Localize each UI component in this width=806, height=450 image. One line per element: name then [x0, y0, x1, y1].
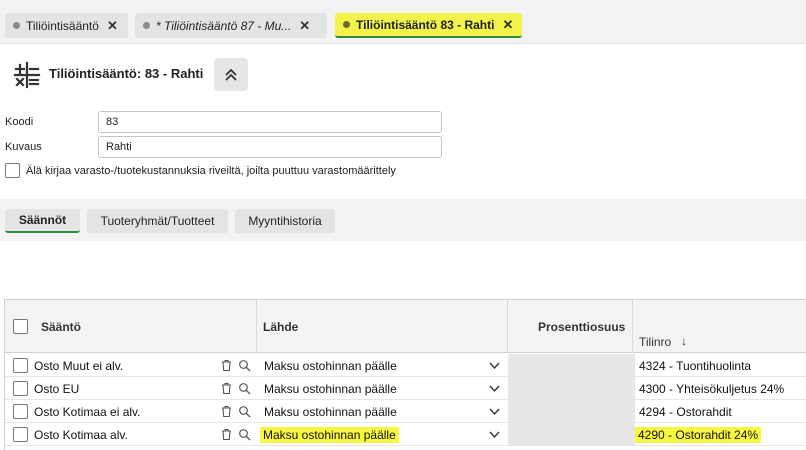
close-icon[interactable]: ✕: [299, 18, 310, 34]
table-row[interactable]: Osto EU Maksu ostohinnan päälle 4300 - Y…: [5, 377, 806, 400]
rule-name: Osto Muut ei alv.: [34, 359, 124, 373]
koodi-field[interactable]: [98, 111, 442, 133]
kuvaus-label: Kuvaus: [5, 141, 42, 153]
collapse-header-button[interactable]: [214, 58, 248, 91]
column-divider: [256, 300, 257, 353]
percentage-cell[interactable]: [508, 354, 635, 376]
column-header-saanto[interactable]: Sääntö: [41, 320, 81, 334]
trash-icon[interactable]: [220, 428, 233, 441]
tab-tiliointisaanto-83-active[interactable]: Tiliöintisääntö 83 - Rahti ✕: [335, 13, 522, 38]
calculator-icon: [13, 61, 41, 89]
close-icon[interactable]: ✕: [107, 18, 118, 34]
chevron-down-icon[interactable]: [489, 406, 500, 417]
chevron-up-double-icon: [225, 68, 237, 81]
source-select[interactable]: Maksu ostohinnan päälle: [264, 405, 397, 419]
table-row[interactable]: Osto Kotimaa alv. Maksu ostohinnan pääll…: [5, 423, 806, 446]
row-checkbox[interactable]: [13, 404, 28, 419]
column-divider: [507, 300, 508, 353]
row-checkbox[interactable]: [13, 358, 28, 373]
account-number[interactable]: 4294 - Ostorahdit: [639, 405, 732, 419]
chevron-down-icon[interactable]: [489, 360, 500, 371]
trash-icon[interactable]: [220, 382, 233, 395]
rule-name: Osto Kotimaa alv.: [34, 428, 128, 442]
tab-tiliointisaanto[interactable]: Tiliöintisääntö ✕: [5, 13, 128, 38]
trash-icon[interactable]: [220, 405, 233, 418]
tab-myyntihistoria[interactable]: Myyntihistoria: [235, 209, 335, 233]
account-number-highlighted[interactable]: 4290 - Ostorahdit 24%: [635, 427, 762, 443]
rule-name: Osto Kotimaa ei alv.: [34, 405, 141, 419]
percentage-cell[interactable]: [508, 377, 635, 399]
sort-desc-icon[interactable]: ↓: [681, 334, 687, 348]
search-icon[interactable]: [238, 428, 251, 441]
trash-icon[interactable]: [220, 359, 233, 372]
tab-tuoteryhmat[interactable]: Tuoteryhmät/Tuotteet: [87, 209, 228, 233]
tab-tiliointisaanto-87[interactable]: * Tiliöintisääntö 87 - Mu... ✕: [135, 13, 327, 38]
row-checkbox[interactable]: [13, 427, 28, 442]
rule-name: Osto EU: [34, 382, 80, 396]
search-icon[interactable]: [238, 405, 251, 418]
column-header-tilinro[interactable]: Tilinro: [639, 335, 671, 349]
tab-label: Tiliöintisääntö 83 - Rahti: [356, 17, 495, 32]
table-row[interactable]: Osto Kotimaa ei alv. Maksu ostohinnan pä…: [5, 400, 806, 423]
account-number[interactable]: 4324 - Tuontihuolinta: [639, 359, 751, 373]
page-title: Tiliöintisääntö: 83 - Rahti: [49, 66, 204, 81]
select-all-checkbox[interactable]: [13, 319, 28, 334]
source-select[interactable]: Maksu ostohinnan päälle: [264, 359, 397, 373]
search-icon[interactable]: [238, 359, 251, 372]
column-header-prosenttiosuus[interactable]: Prosenttiosuus: [538, 320, 625, 334]
tab-label: * Tiliöintisääntö 87 - Mu...: [156, 18, 292, 33]
table-row[interactable]: Osto Muut ei alv. Maksu ostohinnan pääll…: [5, 354, 806, 377]
search-icon[interactable]: [238, 382, 251, 395]
record-header: Tiliöintisääntö: 83 - Rahti: [0, 55, 806, 97]
column-divider: [632, 300, 633, 353]
status-dot-icon: [343, 21, 350, 28]
close-icon[interactable]: ✕: [502, 17, 513, 33]
column-header-lahde[interactable]: Lähde: [263, 320, 298, 334]
tab-label: Tiliöintisääntö: [26, 18, 99, 33]
skip-missing-warehouse-checkbox[interactable]: [5, 163, 20, 178]
rules-grid: Sääntö Lähde Prosenttiosuus Tilinro ↓ Os…: [4, 299, 806, 450]
skip-missing-warehouse-label: Älä kirjaa varasto-/tuotekustannuksia ri…: [26, 165, 396, 177]
kuvaus-field[interactable]: [98, 136, 442, 158]
grid-header: Sääntö Lähde Prosenttiosuus Tilinro ↓: [5, 300, 806, 353]
percentage-cell[interactable]: [508, 400, 635, 422]
status-dot-icon: [13, 22, 20, 29]
document-tab-bar: Tiliöintisääntö ✕ * Tiliöintisääntö 87 -…: [0, 0, 806, 44]
account-number[interactable]: 4300 - Yhteisökuljetus 24%: [639, 382, 784, 396]
chevron-down-icon[interactable]: [489, 383, 500, 394]
koodi-label: Koodi: [5, 116, 34, 128]
tab-saannot[interactable]: Säännöt: [5, 209, 80, 233]
chevron-down-icon[interactable]: [489, 429, 500, 440]
source-select[interactable]: Maksu ostohinnan päälle: [264, 382, 397, 396]
row-checkbox[interactable]: [13, 381, 28, 396]
source-select-highlighted[interactable]: Maksu ostohinnan päälle: [260, 427, 399, 443]
status-dot-icon: [143, 22, 150, 29]
percentage-cell[interactable]: [508, 423, 635, 445]
